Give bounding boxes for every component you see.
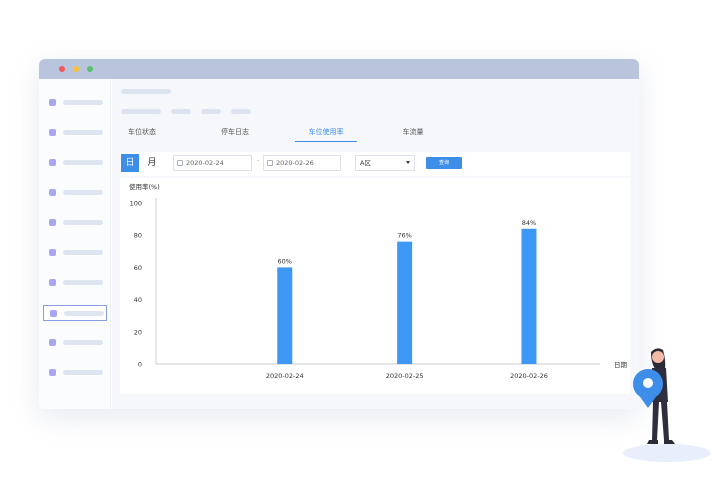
person-illustration [623, 348, 711, 462]
x-tick-label: 2020-02-24 [266, 372, 304, 380]
sidebar-item-2[interactable] [43, 125, 107, 141]
sidebar-item-4[interactable] [43, 185, 107, 201]
month-toggle-button[interactable]: 月 [141, 154, 163, 172]
breadcrumb-placeholder-4 [231, 109, 251, 114]
floor-shadow [623, 444, 711, 462]
calendar-icon [177, 160, 183, 166]
sidebar-item-6[interactable] [43, 245, 107, 261]
y-tick-label: 20 [134, 328, 142, 336]
maximize-window-dot[interactable] [87, 66, 93, 72]
menu-item-label-placeholder [63, 250, 103, 255]
y-axis-label: 使用率(%) [129, 182, 160, 191]
menu-item-label-placeholder [64, 311, 104, 316]
minimize-window-dot[interactable] [73, 66, 79, 72]
sidebar-item-9[interactable] [43, 335, 107, 351]
day-toggle-button[interactable]: 日 [121, 154, 139, 172]
menu-item-label-placeholder [63, 100, 103, 105]
tab-bar: 车位状态 停车日志 车位使用率 车流量 [120, 126, 630, 142]
menu-item-icon [49, 369, 56, 376]
breadcrumb-placeholder-1 [121, 109, 161, 114]
tab-space-usage[interactable]: 车位使用率 [295, 126, 357, 142]
tab-traffic-flow[interactable]: 车流量 [388, 126, 438, 142]
leg-right [661, 402, 669, 440]
y-tick-label: 0 [138, 361, 142, 369]
sidebar-item-8-active[interactable] [43, 305, 107, 321]
query-button[interactable]: 查询 [426, 157, 462, 169]
bar-2020-02-25 [397, 241, 413, 364]
menu-item-icon [49, 189, 56, 196]
sidebar-item-3[interactable] [43, 155, 107, 171]
x-tick-label: 2020-02-25 [386, 372, 424, 380]
menu-item-label-placeholder [63, 280, 103, 285]
menu-item-label-placeholder [63, 370, 103, 375]
bar-2020-02-26 [521, 228, 537, 364]
y-tick-label: 60 [134, 264, 142, 272]
start-date-input[interactable]: 2020-02-24 [173, 155, 252, 171]
menu-item-label-placeholder [63, 340, 103, 345]
tab-parking-log[interactable]: 停车日志 [210, 126, 260, 142]
menu-item-label-placeholder [63, 190, 103, 195]
breadcrumb-placeholder-3 [201, 109, 221, 114]
page-title-placeholder [121, 89, 171, 94]
calendar-icon [267, 160, 273, 166]
menu-item-icon [49, 339, 56, 346]
tab-parking-status[interactable]: 车位状态 [122, 126, 162, 142]
end-date-value: 2020-02-26 [276, 159, 314, 167]
bar-data-label: 76% [397, 232, 411, 240]
shoe-left [647, 440, 658, 444]
head [652, 351, 664, 363]
sidebar-item-7[interactable] [43, 275, 107, 291]
close-window-dot[interactable] [59, 66, 65, 72]
sidebar [39, 79, 111, 409]
sidebar-item-10[interactable] [43, 365, 107, 381]
leg-left [652, 402, 659, 440]
zone-select[interactable]: A区 [355, 155, 415, 171]
usage-bar-chart: 使用率(%)日期02040608010060%2020-02-2476%2020… [129, 182, 628, 380]
menu-item-icon [49, 279, 56, 286]
zone-select-value: A区 [360, 159, 371, 167]
date-range-separator: - [257, 157, 260, 164]
bar-data-label: 60% [278, 257, 292, 265]
menu-item-icon [49, 249, 56, 256]
caret-down-icon [406, 161, 410, 164]
location-pin-center [643, 378, 653, 388]
menu-item-icon [50, 310, 57, 317]
shoe-right [664, 440, 675, 444]
y-tick-label: 40 [134, 296, 142, 304]
y-tick-label: 80 [134, 232, 142, 240]
usage-chart-panel: 使用率(%) 日期 0 20 40 60 80 100 60% 2020-02-24 76% 2020… [120, 178, 630, 394]
start-date-value: 2020-02-24 [186, 159, 224, 167]
menu-item-label-placeholder [63, 130, 103, 135]
bar-data-label: 84% [522, 219, 536, 227]
menu-item-label-placeholder [63, 160, 103, 165]
filter-bar: 日 月 2020-02-24 - 2020-02-26 A区 查询 [120, 152, 630, 176]
bar-2020-02-24 [277, 267, 293, 364]
sidebar-item-1[interactable] [43, 95, 107, 111]
menu-item-icon [49, 99, 56, 106]
main-content: 车位状态 停车日志 车位使用率 车流量 日 月 2020-02-24 - 202… [112, 79, 639, 409]
menu-item-label-placeholder [63, 220, 103, 225]
x-tick-label: 2020-02-26 [510, 372, 548, 380]
end-date-input[interactable]: 2020-02-26 [263, 155, 341, 171]
window-titlebar [39, 59, 639, 79]
sidebar-item-5[interactable] [43, 215, 107, 231]
menu-item-icon [49, 219, 56, 226]
menu-item-icon [49, 159, 56, 166]
breadcrumb-placeholder-2 [171, 109, 191, 114]
y-tick-label: 100 [130, 200, 142, 208]
menu-item-icon [49, 129, 56, 136]
app-window: 车位状态 停车日志 车位使用率 车流量 日 月 2020-02-24 - 202… [39, 59, 639, 409]
